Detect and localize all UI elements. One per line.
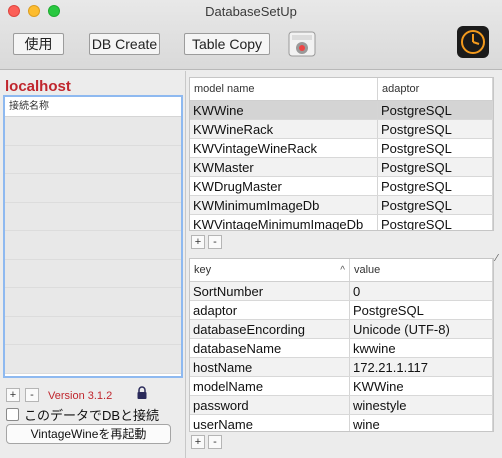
host-label: localhost [5, 78, 71, 95]
watch-icon[interactable] [457, 26, 489, 58]
cell-value: 0 [350, 282, 493, 300]
cell-adaptor: PostgreSQL [378, 158, 493, 176]
cell-adaptor: PostgreSQL [378, 139, 493, 157]
table-row[interactable]: KWVintageWineRack PostgreSQL [190, 139, 493, 158]
window-toolbar: DatabaseSetUp 使用 DB Create Table Copy [0, 0, 502, 70]
table-row[interactable]: modelName KWWine [190, 377, 493, 396]
column-header-value[interactable]: value [350, 259, 493, 281]
cell-key: password [190, 396, 350, 414]
cell-value: kwwine [350, 339, 493, 357]
list-item[interactable] [5, 145, 181, 174]
restart-vintagewine-button[interactable]: VintageWineを再起動 [6, 424, 171, 444]
cell-adaptor: PostgreSQL [378, 101, 493, 119]
column-header-adaptor[interactable]: adaptor [378, 78, 493, 100]
cell-model-name: KWVintageMinimumImageDb [190, 215, 378, 230]
column-header-key-label: key [194, 264, 212, 276]
cell-model-name: KWWine [190, 101, 378, 119]
properties-table-header: key ^ value [190, 259, 493, 282]
cell-key: userName [190, 415, 350, 431]
use-button[interactable]: 使用 [13, 33, 64, 55]
list-item[interactable] [5, 259, 181, 288]
cell-model-name: KWDrugMaster [190, 177, 378, 195]
table-row[interactable]: KWWine PostgreSQL [190, 101, 493, 120]
add-property-button[interactable]: + [191, 435, 205, 449]
add-model-button[interactable]: + [191, 235, 205, 249]
list-item[interactable] [5, 202, 181, 231]
connect-with-this-data-option[interactable]: このデータでDBと接続 [6, 406, 160, 423]
table-row[interactable]: KWMaster PostgreSQL [190, 158, 493, 177]
cell-adaptor: PostgreSQL [378, 196, 493, 214]
remove-property-button[interactable]: - [208, 435, 222, 449]
column-header-key[interactable]: key ^ [190, 259, 350, 281]
list-item[interactable] [5, 117, 181, 146]
list-item[interactable] [5, 288, 181, 317]
model-table[interactable]: model name adaptor KWWine PostgreSQL KWW… [189, 77, 494, 231]
connect-checkbox-label: このデータでDBと接続 [24, 407, 160, 423]
model-table-header: model name adaptor [190, 78, 493, 101]
cell-adaptor: PostgreSQL [378, 177, 493, 195]
cell-key: modelName [190, 377, 350, 395]
cell-model-name: KWMinimumImageDb [190, 196, 378, 214]
list-item[interactable] [5, 316, 181, 345]
lock-icon[interactable] [136, 386, 148, 400]
cell-value: winestyle [350, 396, 493, 414]
cell-value: 172.21.1.117 [350, 358, 493, 376]
table-row[interactable]: hostName 172.21.1.117 [190, 358, 493, 377]
cell-value: KWWine [350, 377, 493, 395]
cell-adaptor: PostgreSQL [378, 120, 493, 138]
sort-ascending-icon: ^ [340, 265, 345, 276]
splitter-handle[interactable]: ⁄ [496, 253, 498, 264]
db-create-button[interactable]: DB Create [89, 33, 160, 55]
properties-table[interactable]: key ^ value SortNumber 0 adaptor Postgre… [189, 258, 494, 432]
cell-key: SortNumber [190, 282, 350, 300]
app-icon[interactable] [285, 29, 319, 59]
cell-model-name: KWWineRack [190, 120, 378, 138]
add-connection-button[interactable]: + [6, 388, 20, 402]
window-title: DatabaseSetUp [205, 4, 297, 19]
cell-key: databaseEncording [190, 320, 350, 338]
list-item[interactable] [5, 345, 181, 374]
table-row[interactable]: KWWineRack PostgreSQL [190, 120, 493, 139]
remove-model-button[interactable]: - [208, 235, 222, 249]
cell-value: PostgreSQL [350, 301, 493, 319]
remove-connection-button[interactable]: - [25, 388, 39, 402]
table-row[interactable]: databaseEncording Unicode (UTF-8) [190, 320, 493, 339]
list-item[interactable] [5, 174, 181, 203]
table-copy-button[interactable]: Table Copy [184, 33, 270, 55]
model-table-footer: + - [189, 233, 494, 251]
cell-value: wine [350, 415, 493, 431]
table-row[interactable]: databaseName kwwine [190, 339, 493, 358]
connect-checkbox[interactable] [6, 407, 19, 421]
cell-key: adaptor [190, 301, 350, 319]
table-row[interactable]: SortNumber 0 [190, 282, 493, 301]
connection-list-header: 接続名称 [5, 97, 181, 117]
cell-key: databaseName [190, 339, 350, 357]
table-row[interactable]: adaptor PostgreSQL [190, 301, 493, 320]
cell-adaptor: PostgreSQL [378, 215, 493, 230]
table-row[interactable]: KWDrugMaster PostgreSQL [190, 177, 493, 196]
version-label: Version 3.1.2 [48, 390, 113, 402]
cell-model-name: KWVintageWineRack [190, 139, 378, 157]
table-row[interactable]: password winestyle [190, 396, 493, 415]
connections-pane: localhost 接続名称 + - Version 3.1.2 このデータでD… [0, 71, 186, 458]
list-item[interactable] [5, 231, 181, 260]
cell-value: Unicode (UTF-8) [350, 320, 493, 338]
connection-list[interactable]: 接続名称 [3, 95, 183, 378]
cell-model-name: KWMaster [190, 158, 378, 176]
column-header-model-name[interactable]: model name [190, 78, 378, 100]
table-row[interactable]: KWVintageMinimumImageDb PostgreSQL [190, 215, 493, 230]
table-row[interactable]: userName wine [190, 415, 493, 431]
table-row[interactable]: KWMinimumImageDb PostgreSQL [190, 196, 493, 215]
properties-table-footer: + - [189, 433, 494, 451]
cell-key: hostName [190, 358, 350, 376]
